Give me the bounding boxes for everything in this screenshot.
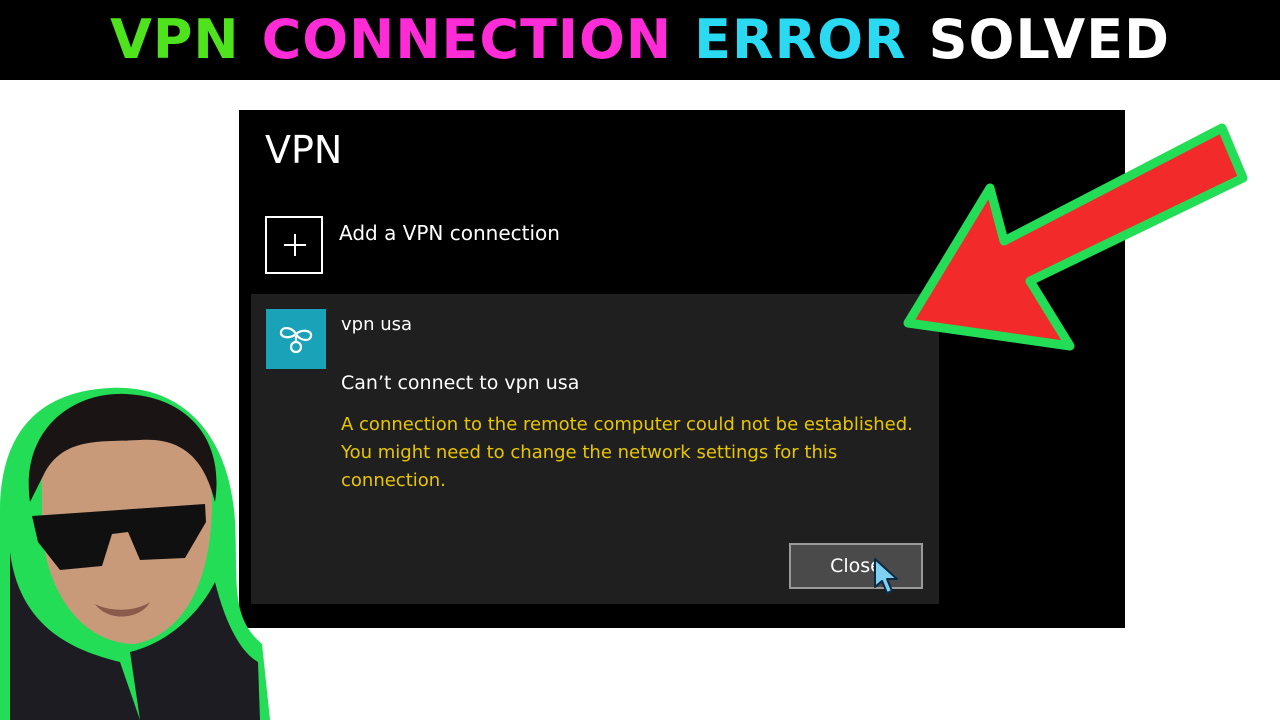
- add-vpn-connection-button[interactable]: Add a VPN connection: [265, 216, 765, 280]
- banner-word-error: ERROR: [694, 8, 907, 71]
- vpn-connection-icon: [266, 309, 326, 369]
- mouse-cursor-icon: [874, 558, 898, 594]
- banner-word-connection: CONNECTION: [261, 8, 673, 71]
- plus-icon: [265, 216, 323, 274]
- presenter-photo: [0, 387, 270, 720]
- banner-word-vpn: VPN: [110, 8, 240, 71]
- vpn-connection-card[interactable]: vpn usa Can’t connect to vpn usa A conne…: [251, 294, 939, 604]
- connection-name: vpn usa: [341, 314, 413, 335]
- connection-status: Can’t connect to vpn usa: [341, 372, 580, 394]
- connection-error-message: A connection to the remote computer coul…: [341, 414, 913, 491]
- banner-word-solved: SOLVED: [928, 8, 1170, 71]
- title-banner: VPN CONNECTION ERROR SOLVED: [0, 0, 1280, 80]
- red-arrow-icon: [903, 123, 1248, 351]
- page-title: VPN: [265, 128, 343, 172]
- add-vpn-label: Add a VPN connection: [339, 221, 560, 245]
